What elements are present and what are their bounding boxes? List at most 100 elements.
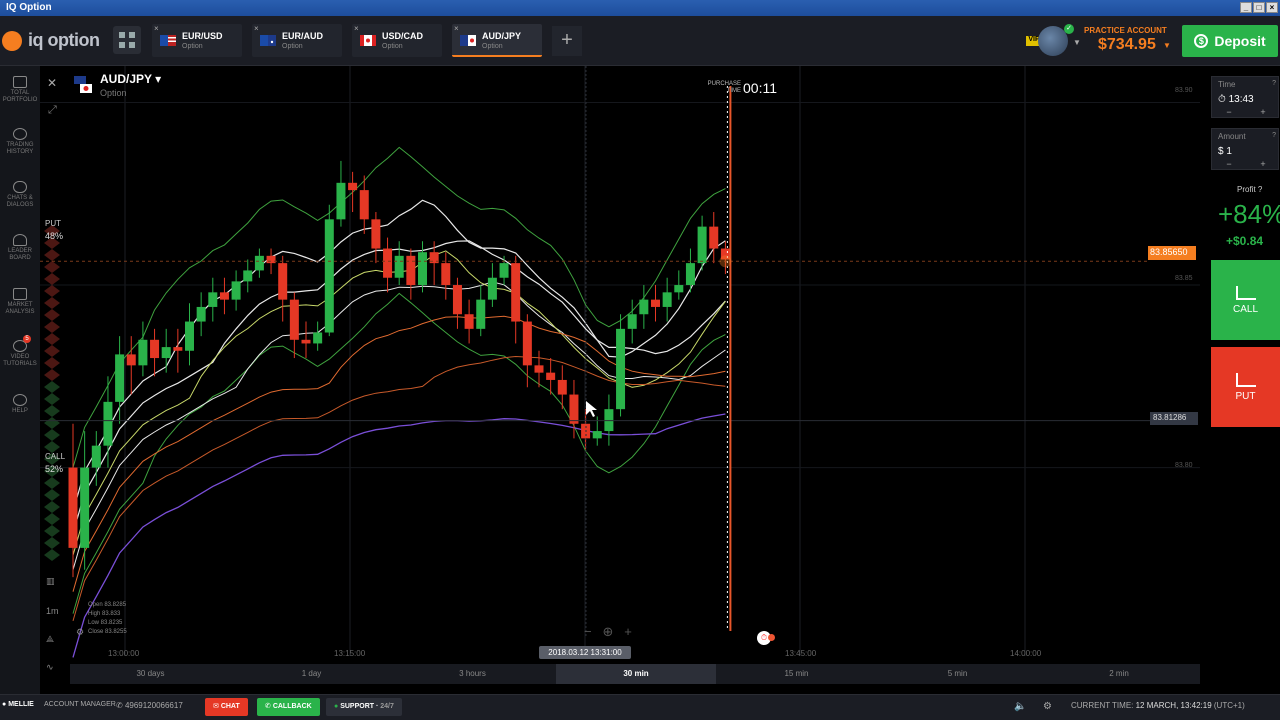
candle [418, 252, 427, 286]
tab-usd-cad[interactable]: × USD/CAD Option [352, 24, 442, 57]
expand-chart-icon[interactable]: ⤢ [48, 104, 57, 117]
sidebar-item-leaderboard[interactable]: LEADER BOARD [0, 234, 40, 262]
close-window-icon[interactable]: × [1266, 2, 1278, 13]
period-15-min[interactable]: 15 min [716, 664, 877, 684]
video-badge: 5 [23, 335, 31, 343]
sidebar-item-chats[interactable]: CHATS & DIALOGS [0, 181, 40, 209]
put-sentiment-pct: 48% [45, 231, 64, 241]
account-type-label[interactable]: PRACTICE ACCOUNT [1084, 26, 1167, 35]
add-tab-button[interactable]: + [552, 26, 582, 56]
candle [441, 263, 451, 286]
amount-value[interactable]: $ 1 [1218, 146, 1232, 157]
amount-selector[interactable]: Amount ? $ 1 − + [1211, 128, 1279, 170]
user-name[interactable]: ● MELLIE [2, 701, 34, 708]
support-button[interactable]: ● SUPPORT · 24/7 [326, 698, 402, 716]
tab-eur-usd[interactable]: × EUR/USD Option [152, 24, 242, 57]
minimize-icon[interactable]: _ [1240, 2, 1252, 13]
account-menu-chevron-icon[interactable]: ▼ [1073, 38, 1081, 47]
close-tab-icon[interactable]: × [454, 24, 459, 33]
call-button[interactable]: CALL [1211, 260, 1280, 340]
chart-area[interactable] [40, 66, 1210, 664]
period-2-min[interactable]: 2 min [1038, 664, 1200, 684]
period-30-min[interactable]: 30 min [556, 664, 716, 684]
amount-plus-button[interactable]: + [1260, 159, 1265, 169]
put-sentiment-label: PUT [45, 219, 61, 228]
time-help-icon[interactable]: ? [1272, 80, 1276, 87]
candle [546, 372, 556, 380]
callback-button[interactable]: ✆ CALLBACK [257, 698, 320, 716]
sentiment-mark [44, 393, 60, 405]
candle [592, 431, 602, 439]
sidebar-item-video-tutorials[interactable]: 5 VIDEO TUTORIALS [0, 335, 40, 368]
sentiment-mark [44, 429, 60, 441]
close-tab-icon[interactable]: × [154, 24, 159, 33]
profit-percent: +84% [1218, 199, 1280, 229]
play-icon: 5 [13, 335, 31, 352]
chat-button[interactable]: ✉ CHAT [205, 698, 248, 716]
put-button[interactable]: PUT [1211, 347, 1280, 427]
profit-help-icon[interactable]: ? [1258, 185, 1262, 194]
candle [604, 409, 614, 432]
call-sentiment-pct: 52% [45, 464, 64, 474]
sentiment-mark [44, 549, 60, 561]
sidebar-label: TRADING [6, 142, 34, 148]
zoom-center-icon[interactable]: ⊕ [602, 624, 613, 639]
candle [68, 467, 78, 548]
time-plus-button[interactable]: + [1260, 107, 1265, 117]
logo[interactable]: iq option [2, 30, 100, 51]
close-tab-icon[interactable]: × [354, 24, 359, 33]
tab-type: Option [382, 43, 403, 50]
period-1-day[interactable]: 1 day [231, 664, 392, 684]
sentiment-mark [44, 273, 60, 285]
expiry-timer-icon[interactable]: ⏱ [757, 631, 775, 645]
timeframe-button[interactable]: 1m [46, 606, 59, 616]
amount-minus-button[interactable]: − [1226, 159, 1231, 169]
draw-tool-icon[interactable]: ⟁ [46, 634, 54, 645]
pair-title[interactable]: AUD/JPY ▾ [100, 72, 161, 86]
amount-help-icon[interactable]: ? [1272, 132, 1276, 139]
settings-gear-icon[interactable]: ⚙ [1043, 701, 1052, 712]
chart-overlays [40, 66, 1150, 636]
zoom-out-icon[interactable]: − [584, 624, 592, 639]
period-5-min[interactable]: 5 min [877, 664, 1038, 684]
candle [709, 226, 719, 249]
asset-grid-button[interactable] [113, 26, 141, 54]
account-balance[interactable]: $734.95 [1098, 36, 1156, 54]
sidebar-item-trading-history[interactable]: TRADING HISTORY [0, 128, 40, 156]
info-icon[interactable]: ⚙ [76, 627, 84, 638]
indicator-line [72, 292, 726, 614]
callback-label: CALLBACK [272, 703, 312, 710]
close-tab-icon[interactable]: × [254, 24, 259, 33]
zoom-in-icon[interactable]: + [624, 624, 632, 639]
time-minus-button[interactable]: − [1226, 107, 1231, 117]
period-30-days[interactable]: 30 days [70, 664, 231, 684]
indicators-icon[interactable]: ∿ [46, 662, 54, 673]
sidebar-label: TOTAL [10, 90, 30, 96]
volume-icon[interactable]: 🔈 [1014, 701, 1026, 712]
account-manager-label[interactable]: ACCOUNT MANAGER [44, 701, 116, 708]
time-selector[interactable]: Time ? ⏱ 13:43 − + [1211, 76, 1279, 118]
sidebar-item-total-portfolio[interactable]: TOTAL PORTFOLIO [0, 76, 40, 104]
chat-icon [13, 181, 27, 193]
window-title-bar: IQ Option _ □ × [0, 0, 1280, 16]
sidebar-item-help[interactable]: HELP [0, 394, 40, 415]
candle-type-icon[interactable]: ▥ [46, 576, 55, 587]
candle [348, 182, 358, 191]
tab-aud-jpy[interactable]: × AUD/JPY Option [452, 24, 542, 57]
period-3-hours[interactable]: 3 hours [392, 664, 553, 684]
balance-chevron-icon[interactable]: ▼ [1163, 41, 1171, 50]
close-chart-icon[interactable]: ✕ [47, 76, 57, 90]
price-chart[interactable] [40, 66, 1210, 664]
maximize-icon[interactable]: □ [1253, 2, 1265, 13]
ohlc-close: Close 83.8255 [88, 629, 127, 635]
phone-number[interactable]: ✆ 4969120066617 [116, 701, 183, 710]
candle [115, 354, 125, 402]
tab-pair: AUD/JPY [482, 31, 522, 41]
deposit-button[interactable]: $ Deposit [1182, 25, 1278, 57]
sidebar-item-market-analysis[interactable]: MARKET ANALYSIS [0, 288, 40, 316]
logo-text: iq option [28, 30, 100, 50]
candle [662, 292, 672, 307]
tab-eur-aud[interactable]: × EUR/AUD Option [252, 24, 342, 57]
candle [499, 263, 509, 278]
sentiment-mark [44, 381, 60, 393]
